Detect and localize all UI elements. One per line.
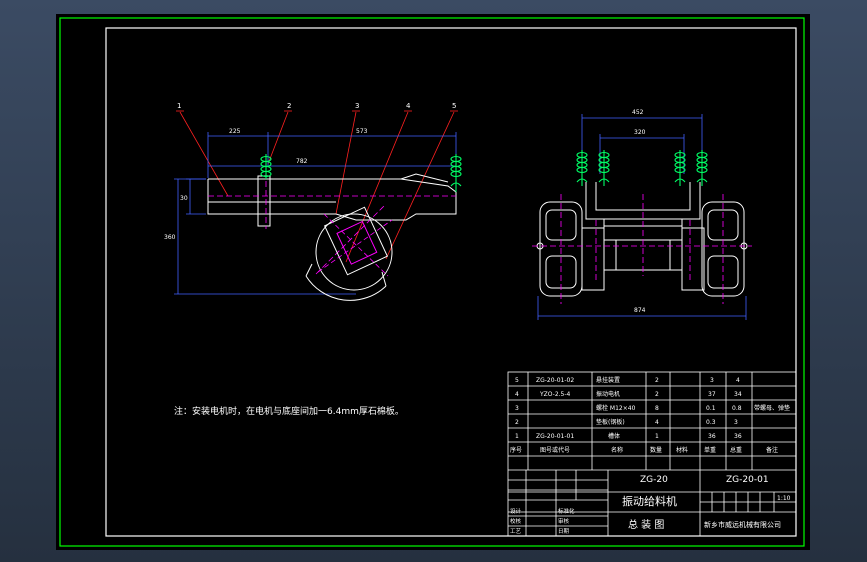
leader-lines (176, 110, 458, 263)
assembly-note: 注：安装电机时，在电机与底座间加一6.4mm厚石棉板。 (174, 405, 404, 417)
cell-total-weight: 4 (736, 377, 740, 384)
header-remark: 备注 (766, 446, 778, 454)
cell-unit-weight: 0.3 (706, 419, 716, 426)
part-label-5: 5 (452, 102, 456, 110)
product-name: 振动给料机 (622, 494, 677, 508)
cell-unit-weight: 37 (708, 391, 716, 398)
header-code: 图号或代号 (540, 446, 570, 454)
cell-seq: 1 (515, 433, 519, 440)
drawing-border (105, 27, 797, 537)
product-code: ZG-20 (640, 475, 668, 485)
cell-qty: 2 (655, 377, 659, 384)
header-unit-weight: 单重 (704, 446, 716, 454)
spring-2 (598, 150, 610, 186)
cad-viewport[interactable]: 1 2 3 4 5 225 573 782 30 360 452 320 874… (0, 0, 867, 562)
parts-row: 3 螺栓 M12×40 8 0.1 0.8 带螺母、弹垫 (515, 404, 790, 412)
side-hanger-springs (260, 154, 462, 192)
cell-seq: 3 (515, 405, 519, 412)
sign-role: 设计 (510, 507, 522, 515)
front-motor-right (701, 201, 748, 297)
part-label-4: 4 (406, 102, 411, 110)
header-name: 名称 (611, 446, 623, 454)
part-label-2: 2 (287, 102, 291, 110)
parts-row: 1 ZG-20-01-01 槽体 1 36 36 (515, 432, 742, 440)
dim-782: 782 (296, 158, 308, 165)
spring-left (260, 154, 272, 179)
drawing-title: 总 装 图 (628, 518, 664, 531)
cell-name: 悬挂装置 (596, 376, 620, 384)
cell-seq: 5 (515, 377, 519, 384)
cell-qty: 1 (655, 433, 659, 440)
cell-unit-weight: 3 (710, 377, 714, 384)
sign-role: 校核 (510, 517, 522, 525)
spring-3 (674, 150, 686, 186)
trough-body (207, 173, 457, 227)
dim-573: 573 (356, 128, 368, 135)
front-hanger-springs (576, 150, 708, 186)
cell-qty: 4 (655, 419, 659, 426)
parts-row: 5 ZG-20-01-02 悬挂装置 2 3 4 (515, 376, 740, 384)
cell-total-weight: 3 (734, 419, 738, 426)
drawing-number: ZG-20-01 (726, 475, 769, 485)
cell-seq: 4 (515, 391, 519, 398)
spring-right (450, 154, 462, 192)
cell-remark: 带螺母、弹垫 (754, 404, 790, 412)
sign-right: 日期 (558, 528, 570, 535)
parts-row: 4 YZO-2.5-4 振动电机 2 37 34 (515, 390, 742, 398)
title-block: 5 ZG-20-01-02 悬挂装置 2 3 4 4 YZO-2.5-4 振动电… (507, 371, 797, 537)
cell-name: 螺栓 M12×40 (596, 404, 636, 412)
spring-1 (576, 150, 588, 186)
cell-unit-weight: 36 (708, 433, 716, 440)
cell-qty: 2 (655, 391, 659, 398)
front-view: 452 320 874 (532, 109, 752, 320)
cad-drawing: 1 2 3 4 5 225 573 782 30 360 452 320 874… (59, 17, 805, 547)
sign-right: 审核 (558, 517, 570, 525)
dim-360: 360 (164, 234, 176, 241)
cell-total-weight: 34 (734, 391, 742, 398)
sheet-frame (59, 17, 805, 547)
cell-seq: 2 (515, 419, 519, 426)
scale: 1:10 (777, 495, 791, 502)
cell-name: 振动电机 (596, 390, 620, 398)
front-dimension-lines (537, 114, 747, 320)
sign-right: 标准化 (558, 507, 575, 515)
spring-4 (696, 150, 708, 186)
cell-name: 垫板(钢板) (596, 418, 625, 426)
cell-total-weight: 0.8 (732, 405, 742, 412)
side-view: 1 2 3 4 5 225 573 782 30 360 (164, 102, 462, 301)
cell-code: YZO-2.5-4 (539, 391, 571, 398)
side-dimension-lines (174, 132, 457, 295)
part-label-3: 3 (355, 102, 359, 110)
drawing-sheet[interactable]: 1 2 3 4 5 225 573 782 30 360 452 320 874… (56, 14, 810, 550)
header-total-weight: 总重 (730, 446, 742, 454)
parts-row: 2 垫板(钢板) 4 0.3 3 (515, 418, 738, 426)
parts-header: 序号 图号或代号 名称 数量 材料 单重 总重 备注 (510, 446, 778, 454)
dim-320: 320 (634, 129, 646, 136)
dim-225: 225 (229, 128, 241, 135)
sign-rows: 设计 标准化 校核 审核 工艺 日期 (510, 507, 575, 535)
cell-unit-weight: 0.1 (706, 405, 716, 412)
header-material: 材料 (676, 446, 688, 454)
cell-code: ZG-20-01-01 (536, 433, 574, 440)
cell-code: ZG-20-01-02 (536, 377, 574, 384)
dim-30: 30 (180, 195, 188, 202)
cell-name: 槽体 (608, 432, 620, 440)
cell-total-weight: 36 (734, 433, 742, 440)
dim-452: 452 (632, 109, 644, 116)
front-motor-left (536, 201, 583, 297)
part-label-1: 1 (177, 102, 181, 110)
dim-874: 874 (634, 307, 646, 314)
header-qty: 数量 (650, 446, 662, 454)
cell-qty: 8 (655, 405, 659, 412)
header-seq: 序号 (510, 446, 522, 454)
company-name: 新乡市威远机械有限公司 (704, 520, 781, 529)
sign-role: 工艺 (510, 528, 522, 535)
